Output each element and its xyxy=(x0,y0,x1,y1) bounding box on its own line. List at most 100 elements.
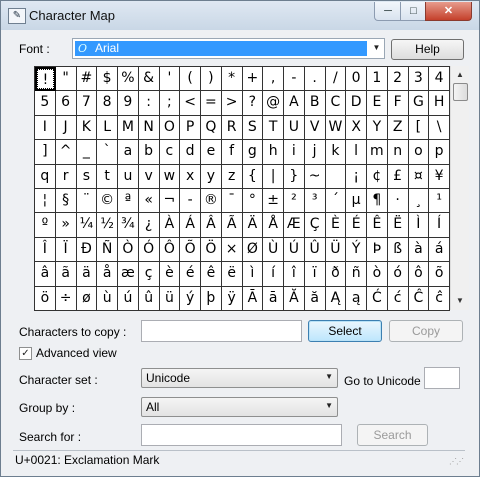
character-cell[interactable]: ó xyxy=(387,262,409,287)
character-cell[interactable]: Æ xyxy=(284,213,305,238)
character-cell[interactable]: c xyxy=(159,140,181,165)
character-cell[interactable]: ā xyxy=(263,286,284,311)
character-cell[interactable]: ć xyxy=(387,286,409,311)
character-cell[interactable]: ú xyxy=(118,286,139,311)
character-cell[interactable]: L xyxy=(97,115,118,141)
character-cell[interactable]: D xyxy=(346,91,367,116)
character-cell[interactable]: ß xyxy=(387,237,409,263)
character-cell[interactable]: Ó xyxy=(138,237,160,263)
character-cell[interactable]: ¬ xyxy=(159,189,181,214)
character-cell[interactable]: F xyxy=(387,91,409,116)
character-cell[interactable]: _ xyxy=(76,140,98,165)
character-cell[interactable]: Z xyxy=(387,115,409,141)
character-cell[interactable]: + xyxy=(242,67,264,92)
maximize-button[interactable]: □ xyxy=(400,2,427,21)
character-cell[interactable]: f xyxy=(221,140,243,165)
resize-grip-icon[interactable]: ⋰⋰ xyxy=(449,457,464,466)
character-cell[interactable]: : xyxy=(138,91,160,116)
character-cell[interactable]: á xyxy=(429,237,450,263)
character-cell[interactable]: ¯ xyxy=(221,189,243,214)
character-cell[interactable]: Q xyxy=(201,115,222,141)
character-cell[interactable]: = xyxy=(201,91,222,116)
character-cell[interactable]: E xyxy=(367,91,388,116)
character-cell[interactable]: " xyxy=(55,67,77,92)
character-cell[interactable]: Ć xyxy=(367,286,388,311)
character-cell[interactable]: S xyxy=(242,115,264,141)
character-cell[interactable]: w xyxy=(159,164,181,189)
character-cell[interactable]: | xyxy=(263,164,284,189)
character-cell[interactable]: 0 xyxy=(346,67,367,92)
character-cell[interactable]: - xyxy=(284,67,305,92)
character-cell[interactable]: ¤ xyxy=(408,164,430,189)
character-cell[interactable]: © xyxy=(97,189,118,214)
character-cell[interactable]: 6 xyxy=(55,91,77,116)
character-cell[interactable]: Í xyxy=(429,213,450,238)
character-cell[interactable]: ~ xyxy=(304,164,326,189)
character-cell[interactable]: ¼ xyxy=(76,213,98,238)
character-cell[interactable]: Ì xyxy=(408,213,430,238)
character-cell[interactable]: ¡ xyxy=(346,164,367,189)
character-cell[interactable]: ' xyxy=(159,67,181,92)
character-cell[interactable]: ) xyxy=(201,67,222,92)
character-cell[interactable]: è xyxy=(159,262,181,287)
character-cell[interactable]: ! xyxy=(35,67,56,92)
character-cell[interactable]: ´ xyxy=(325,189,347,214)
character-cell[interactable]: j xyxy=(304,140,326,165)
character-cell[interactable]: G xyxy=(408,91,430,116)
character-cell[interactable]: É xyxy=(346,213,367,238)
character-cell[interactable]: ñ xyxy=(346,262,367,287)
character-cell[interactable]: ĉ xyxy=(429,286,450,311)
character-cell[interactable]: ¶ xyxy=(367,189,388,214)
character-cell[interactable]: · xyxy=(387,189,409,214)
character-cell[interactable]: ] xyxy=(35,140,56,165)
character-cell[interactable]: û xyxy=(138,286,160,311)
character-cell[interactable]: ; xyxy=(159,91,181,116)
character-cell[interactable]: » xyxy=(55,213,77,238)
scroll-up-arrow-icon[interactable]: ▲ xyxy=(454,69,466,81)
character-cell[interactable]: Ĉ xyxy=(408,286,430,311)
character-cell[interactable]: R xyxy=(221,115,243,141)
character-cell[interactable]: % xyxy=(118,67,139,92)
go-to-unicode-input[interactable] xyxy=(424,367,460,389)
character-cell[interactable]: ø xyxy=(76,286,98,311)
grid-scrollbar[interactable]: ▲ ▼ xyxy=(450,66,469,310)
character-cell[interactable]: J xyxy=(55,115,77,141)
character-cell[interactable]: ð xyxy=(325,262,347,287)
character-cell[interactable]: × xyxy=(221,237,243,263)
character-cell[interactable]: ÿ xyxy=(221,286,243,311)
character-cell[interactable]: ă xyxy=(304,286,326,311)
character-cell[interactable]: Ù xyxy=(263,237,284,263)
character-cell[interactable]: Å xyxy=(263,213,284,238)
character-cell[interactable]: 9 xyxy=(118,91,139,116)
character-cell[interactable]: - xyxy=(180,189,201,214)
copy-button[interactable]: Copy xyxy=(389,320,463,342)
character-cell[interactable]: A xyxy=(284,91,305,116)
character-cell[interactable]: < xyxy=(180,91,201,116)
character-set-dropdown[interactable]: Unicode ▼ xyxy=(141,368,338,388)
character-cell[interactable]: Á xyxy=(180,213,201,238)
character-cell[interactable]: O xyxy=(159,115,181,141)
character-cell[interactable]: ¾ xyxy=(118,213,139,238)
character-cell[interactable]: ö xyxy=(35,286,56,311)
character-cell[interactable]: Ñ xyxy=(97,237,118,263)
character-cell[interactable]: N xyxy=(138,115,160,141)
character-cell[interactable]: ë xyxy=(221,262,243,287)
character-cell[interactable]: ½ xyxy=(97,213,118,238)
character-cell[interactable]: 3 xyxy=(408,67,430,92)
character-cell[interactable]: > xyxy=(221,91,243,116)
character-cell[interactable]: º xyxy=(35,213,56,238)
character-cell[interactable]: Ü xyxy=(325,237,347,263)
character-cell[interactable]: b xyxy=(138,140,160,165)
select-button[interactable]: Select xyxy=(308,320,382,342)
character-cell[interactable]: B xyxy=(304,91,326,116)
title-bar[interactable]: ✎ Character Map ─ □ ✕ xyxy=(1,1,479,30)
group-by-dropdown[interactable]: All ▼ xyxy=(141,397,338,417)
character-cell[interactable]: Ă xyxy=(284,286,305,311)
character-cell[interactable]: ³ xyxy=(304,189,326,214)
character-cell[interactable]: £ xyxy=(387,164,409,189)
character-cell[interactable]: e xyxy=(201,140,222,165)
character-cell[interactable]: t xyxy=(97,164,118,189)
character-cell[interactable]: Ê xyxy=(367,213,388,238)
character-cell[interactable]: ¹ xyxy=(429,189,450,214)
character-cell[interactable]: 7 xyxy=(76,91,98,116)
